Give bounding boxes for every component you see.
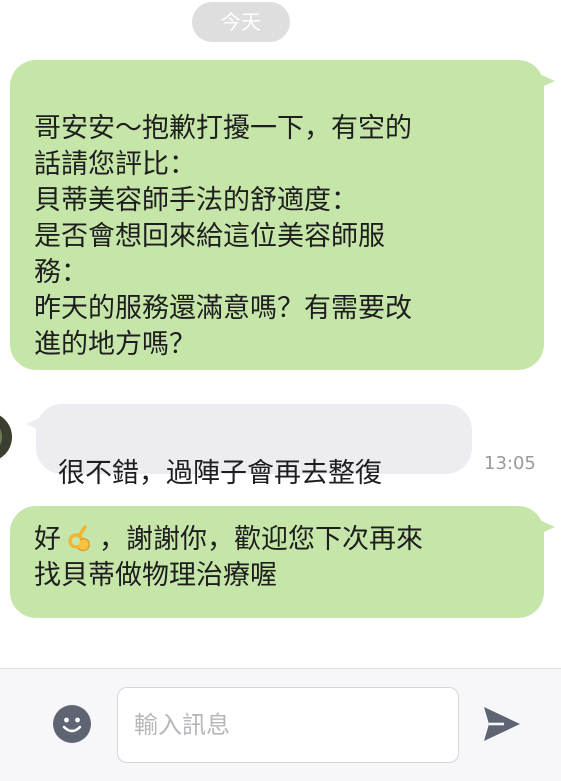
outgoing-message-bubble[interactable]: 哥安安～抱歉打擾一下，有空的 話請您評比： 貝蒂美容師手法的舒適度： 是否會想回… xyxy=(10,60,555,370)
smiley-icon[interactable] xyxy=(53,705,91,743)
message-text: 哥安安～抱歉打擾一下，有空的 話請您評比： 貝蒂美容師手法的舒適度： 是否會想回… xyxy=(34,113,412,360)
message-text: 很不錯，過陣子會再去整復 xyxy=(58,458,382,489)
message-timestamp: 13:05 xyxy=(484,453,536,474)
ok-hand-emoji-icon xyxy=(65,523,95,553)
message-text: 好 xyxy=(34,524,61,555)
send-icon[interactable] xyxy=(480,703,524,745)
avatar[interactable] xyxy=(0,412,12,462)
chat-area[interactable]: 今天 哥安安～抱歉打擾一下，有空的 話請您評比： 貝蒂美容師手法的舒適度： 是否… xyxy=(0,0,561,668)
incoming-message-bubble[interactable]: 很不錯，過陣子會再去整復 xyxy=(26,404,472,489)
message-input[interactable] xyxy=(117,687,459,763)
outgoing-message-bubble[interactable]: 好，謝謝你，歡迎您下次再來 找貝蒂做物理治療喔 xyxy=(10,506,555,618)
message-composer xyxy=(0,668,561,781)
date-separator: 今天 xyxy=(192,2,290,42)
